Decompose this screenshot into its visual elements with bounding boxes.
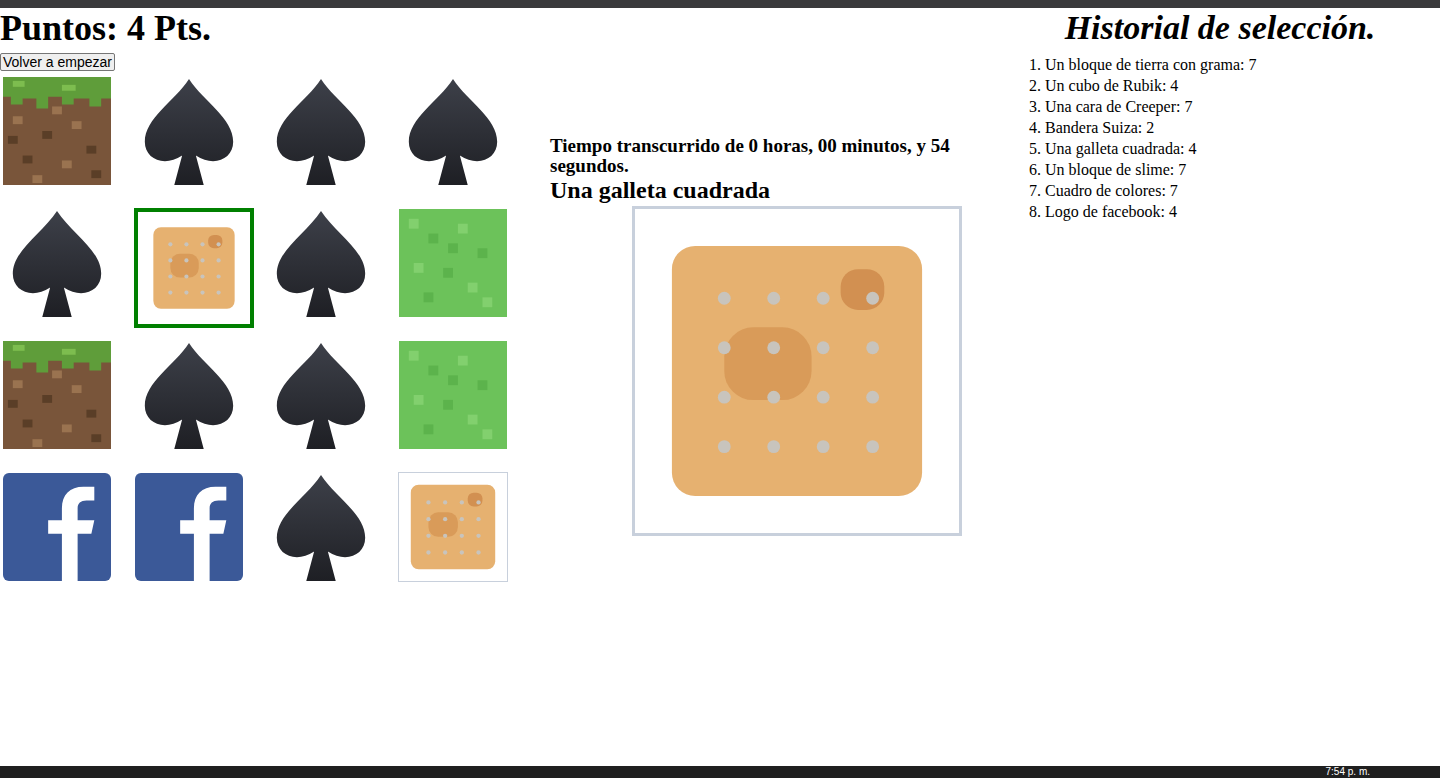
history-item: 8.Logo de facebook: 4 [1027,201,1420,222]
history-column: Historial de selección. 1.Un bloque de t… [1020,8,1440,766]
memory-card[interactable] [266,208,376,318]
spade-icon [267,209,375,317]
history-item: 3.Una cara de Creeper: 7 [1027,96,1420,117]
card-face [134,472,244,582]
history-item-text: Bandera Suiza: 2 [1045,117,1154,138]
facebook-logo-icon [135,473,243,581]
card-face [398,208,508,318]
history-item-text: Un bloque de tierra con grama: 7 [1045,54,1256,75]
cracker-icon [637,211,957,531]
top-bar [0,0,1440,8]
history-item-number: 7. [1027,180,1041,201]
memory-card[interactable] [134,472,244,582]
card-face [139,213,249,323]
history-item-number: 2. [1027,75,1041,96]
selected-card-label: Una galleta cuadrada [550,176,1020,204]
spade-icon [267,77,375,185]
memory-card[interactable] [266,340,376,450]
history-item-text: Una cara de Creeper: 7 [1045,96,1192,117]
memory-card[interactable] [398,472,508,582]
spade-icon [3,209,111,317]
history-item-text: Un bloque de slime: 7 [1045,159,1186,180]
memory-card[interactable] [266,76,376,186]
history-item-text: Logo de facebook: 4 [1045,201,1177,222]
spade-icon [135,341,243,449]
card-face [266,208,376,318]
history-item-text: Un cubo de Rubik: 4 [1045,75,1178,96]
history-title: Historial de selección. [1020,8,1420,48]
memory-card[interactable] [266,472,376,582]
spade-icon [267,341,375,449]
history-item: 7.Cuadro de colores: 7 [1027,180,1420,201]
memory-card[interactable] [2,208,112,318]
taskbar-clock: 7:54 p. m. [1326,766,1370,777]
card-face [2,208,112,318]
timer: Tiempo transcurrido de 0 horas, 00 minut… [550,136,990,176]
memory-card[interactable] [398,76,508,186]
cracker-icon [399,473,507,581]
history-list: 1.Un bloque de tierra con grama: 72.Un c… [1020,54,1420,222]
game-column: Puntos: 4 Pts. Volver a empezar [0,8,550,766]
history-item: 4.Bandera Suiza: 2 [1027,117,1420,138]
card-face [266,340,376,450]
card-face [2,472,112,582]
card-face [266,76,376,186]
card-face [2,76,112,186]
restart-button[interactable]: Volver a empezar [0,53,115,71]
history-item-text: Una galleta cuadrada: 4 [1045,138,1196,159]
slime-block-icon [399,341,507,449]
memory-card[interactable] [2,340,112,450]
card-face [398,472,508,582]
memory-card[interactable] [134,76,244,186]
card-face [134,76,244,186]
history-item: 1.Un bloque de tierra con grama: 7 [1027,54,1420,75]
detail-column: Tiempo transcurrido de 0 horas, 00 minut… [550,8,1020,766]
card-face [398,340,508,450]
history-item-number: 4. [1027,117,1041,138]
score: Puntos: 4 Pts. [0,8,550,48]
spade-icon [135,77,243,185]
history-item-number: 1. [1027,54,1041,75]
memory-card[interactable] [2,472,112,582]
memory-card[interactable] [134,208,254,328]
history-item-number: 6. [1027,159,1041,180]
taskbar: 7:54 p. m. [0,766,1440,778]
history-item: 6.Un bloque de slime: 7 [1027,159,1420,180]
card-face [266,472,376,582]
spade-icon [267,473,375,581]
grass-block-icon [3,341,111,449]
spade-icon [399,77,507,185]
memory-card[interactable] [398,340,508,450]
cracker-icon [142,216,246,320]
history-item-number: 5. [1027,138,1041,159]
memory-card[interactable] [398,208,508,318]
slime-block-icon [399,209,507,317]
card-face [398,76,508,186]
grass-block-icon [3,77,111,185]
history-item-number: 3. [1027,96,1041,117]
memory-card[interactable] [134,340,244,450]
selected-card-image [632,206,962,536]
history-item-text: Cuadro de colores: 7 [1045,180,1178,201]
history-item: 5.Una galleta cuadrada: 4 [1027,138,1420,159]
facebook-logo-icon [3,473,111,581]
history-item-number: 8. [1027,201,1041,222]
card-face [134,340,244,450]
history-item: 2.Un cubo de Rubik: 4 [1027,75,1420,96]
memory-card[interactable] [2,76,112,186]
card-face [2,340,112,450]
card-board [2,76,550,582]
